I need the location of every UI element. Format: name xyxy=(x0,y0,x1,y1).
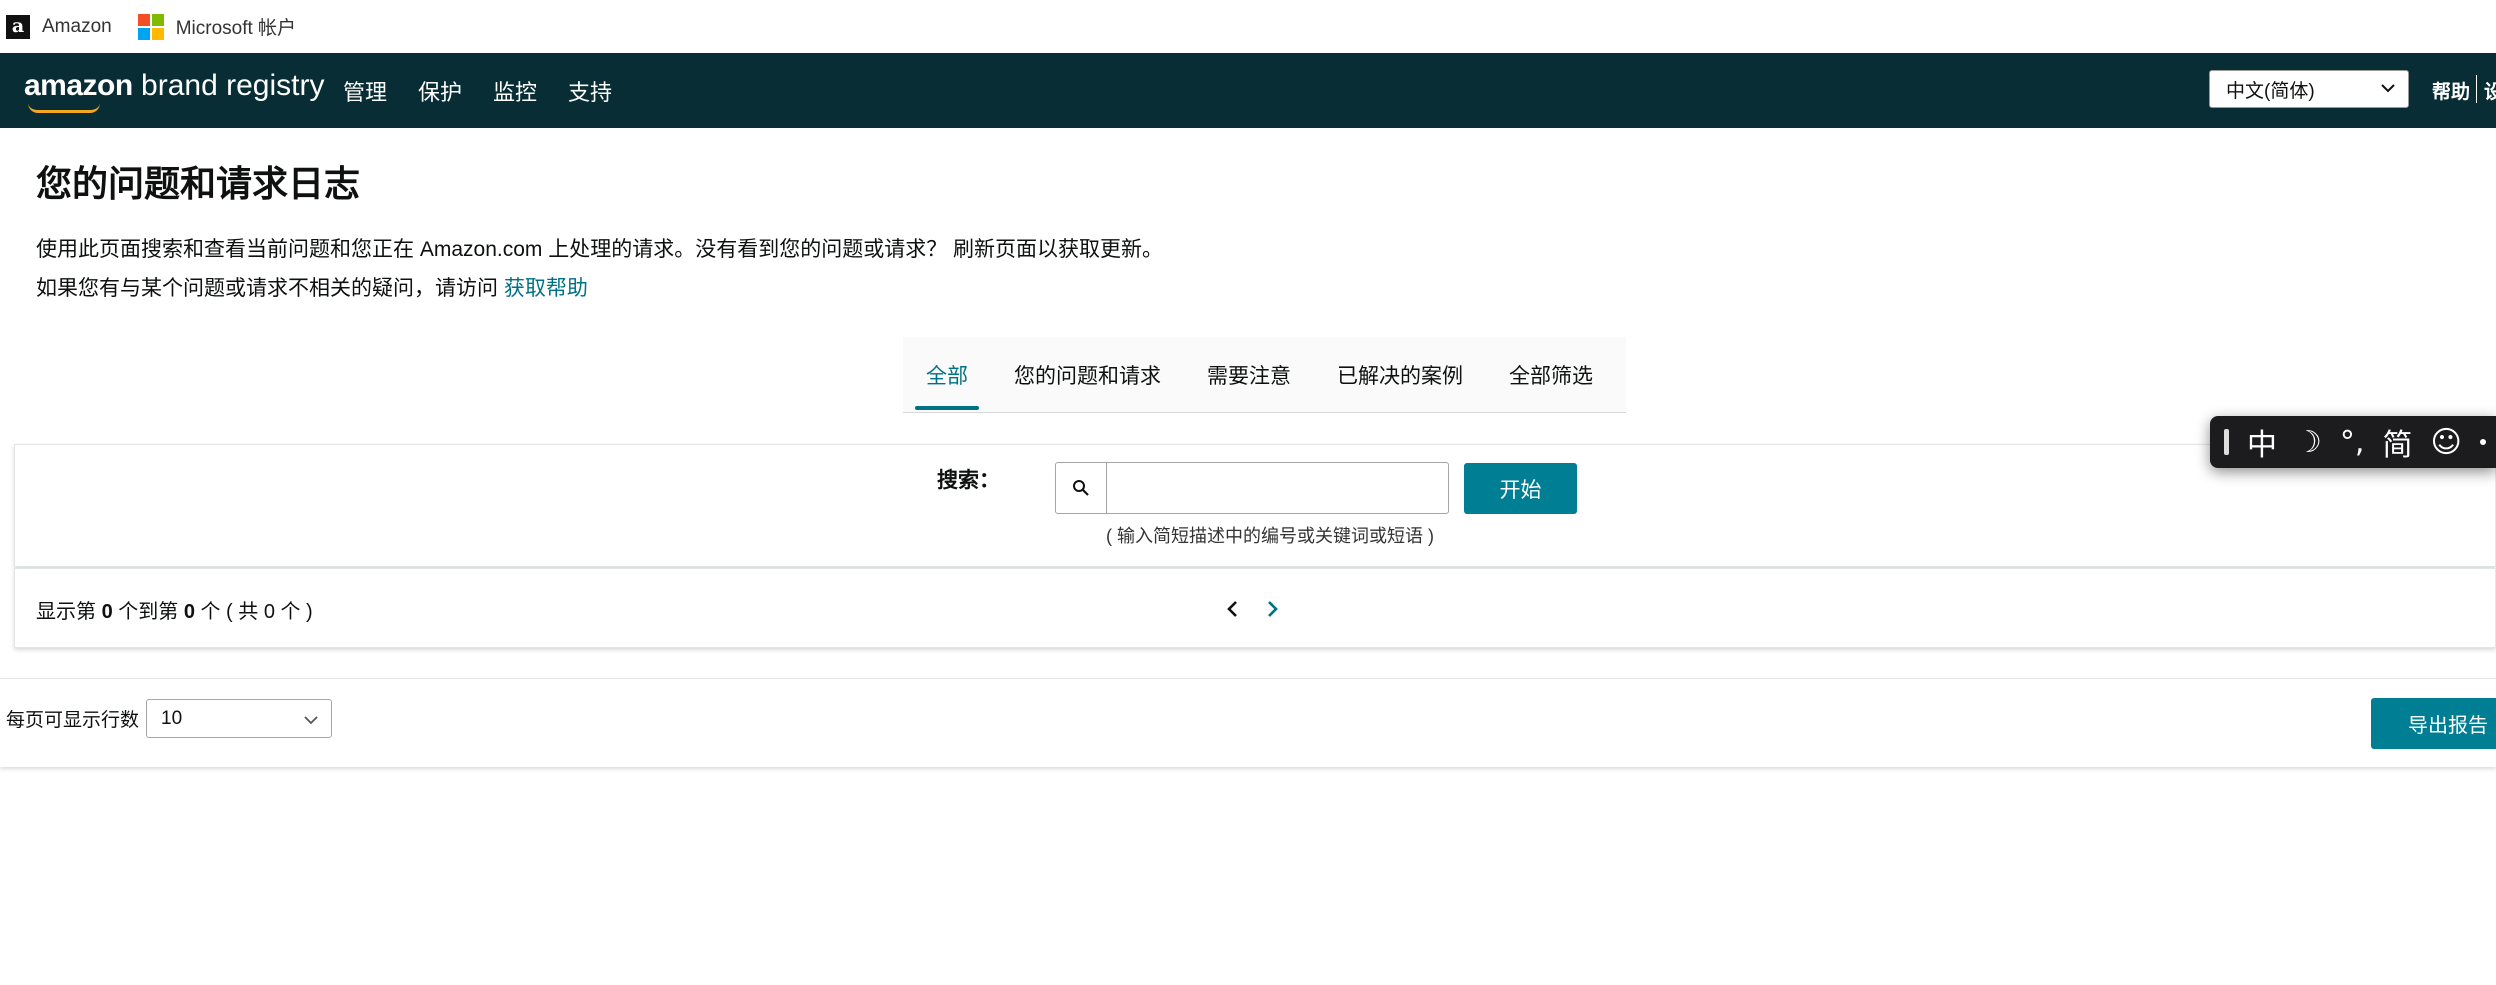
rows-per-page-value: 10 xyxy=(161,707,183,729)
results-to: 0 xyxy=(183,601,195,623)
ime-emoji-icon[interactable]: ☺ xyxy=(2430,425,2461,460)
previous-page-button[interactable] xyxy=(1220,596,1246,622)
logo-product-text: brand registry xyxy=(132,69,325,102)
next-page-button[interactable] xyxy=(1259,596,1285,622)
results-count: 显示第 0 个到第 0 个 ( 共 0 个 ) xyxy=(36,595,313,624)
page-description: 使用此页面搜索和查看当前问题和您正在 Amazon.com 上处理的请求。没有看… xyxy=(36,238,1164,261)
results-from: 0 xyxy=(101,601,113,623)
results-suffix: 个 ( 共 0 个 ) xyxy=(194,601,313,623)
help-link[interactable]: 帮助 xyxy=(2432,77,2470,104)
language-select[interactable]: 中文(简体) xyxy=(2209,70,2409,108)
ime-simplified-mode[interactable]: 简 xyxy=(2382,420,2412,464)
bookmarks-bar: a Amazon Microsoft 帐户 xyxy=(0,0,2496,53)
nav-item-monitor[interactable]: 监控 xyxy=(493,75,537,107)
nav-divider xyxy=(2476,75,2477,103)
nav-item-protect[interactable]: 保护 xyxy=(418,75,462,107)
ime-drag-handle[interactable] xyxy=(2224,429,2229,455)
amazon-smile-icon xyxy=(28,103,100,113)
bookmark-label: Microsoft 帐户 xyxy=(175,18,297,39)
search-box xyxy=(1055,462,1449,514)
rows-per-page-label: 每页可显示行数 xyxy=(6,710,140,731)
results-mid: 个到第 xyxy=(112,601,184,623)
bookmark-amazon[interactable]: a Amazon xyxy=(6,14,112,39)
rows-per-page-select[interactable]: 10 xyxy=(146,699,332,738)
chevron-right-icon xyxy=(1268,601,1278,617)
ime-chinese-mode[interactable]: 中 xyxy=(2247,420,2277,464)
search-icon xyxy=(1056,463,1107,513)
table-footer xyxy=(0,678,2496,767)
nav-item-manage[interactable]: 管理 xyxy=(343,75,387,107)
ime-toolbar: 中 ☽ °, 简 ☺ xyxy=(2210,416,2496,468)
tab-all-filters[interactable]: 全部筛选 xyxy=(1486,337,1616,413)
search-go-button[interactable]: 开始 xyxy=(1464,463,1577,514)
results-prefix: 显示第 xyxy=(36,601,102,623)
brand-registry-logo[interactable]: amazon brand registry xyxy=(24,69,325,113)
main-menu: 管理 保护 监控 支持 xyxy=(343,53,643,128)
search-input[interactable] xyxy=(1107,463,1448,513)
search-hint: ( 输入简短描述中的编号或关键词或短语 ) xyxy=(1106,526,1434,546)
top-navigation: amazon brand registry 管理 保护 监控 支持 中文(简体)… xyxy=(0,53,2496,128)
help-notice-text: 如果您有与某个问题或请求不相关的疑问，请访问 xyxy=(36,277,504,300)
tab-your-issues[interactable]: 您的问题和请求 xyxy=(991,337,1184,413)
tab-resolved-cases[interactable]: 已解决的案例 xyxy=(1314,337,1486,413)
ime-more-icon[interactable] xyxy=(2479,439,2486,445)
settings-link[interactable]: 设 xyxy=(2484,77,2496,104)
tab-all[interactable]: 全部 xyxy=(903,337,991,413)
filter-tabs: 全部 您的问题和请求 需要注意 已解决的案例 全部筛选 xyxy=(903,337,1626,413)
logo-amazon-text: amazon xyxy=(24,69,133,102)
chevron-left-icon xyxy=(1227,601,1237,617)
bookmark-label: Amazon xyxy=(42,15,112,37)
tab-needs-attention[interactable]: 需要注意 xyxy=(1184,337,1314,413)
search-label: 搜索： xyxy=(937,469,1000,492)
language-value: 中文(简体) xyxy=(2226,80,2315,102)
chevron-down-icon xyxy=(303,711,319,733)
help-notice: 如果您有与某个问题或请求不相关的疑问，请访问 获取帮助 xyxy=(36,272,588,302)
get-help-link[interactable]: 获取帮助 xyxy=(504,277,588,300)
ime-punctuation-icon[interactable]: °, xyxy=(2340,425,2365,460)
nav-item-support[interactable]: 支持 xyxy=(568,75,612,107)
results-panel xyxy=(14,568,2496,648)
ime-moon-icon[interactable]: ☽ xyxy=(2295,425,2322,460)
page-title: 您的问题和请求日志 xyxy=(36,163,361,204)
chevron-down-icon xyxy=(2380,80,2396,101)
microsoft-icon xyxy=(137,13,164,40)
amazon-icon: a xyxy=(6,14,30,39)
bookmark-microsoft-account[interactable]: Microsoft 帐户 xyxy=(137,13,297,40)
export-report-button[interactable]: 导出报告 xyxy=(2371,698,2496,749)
